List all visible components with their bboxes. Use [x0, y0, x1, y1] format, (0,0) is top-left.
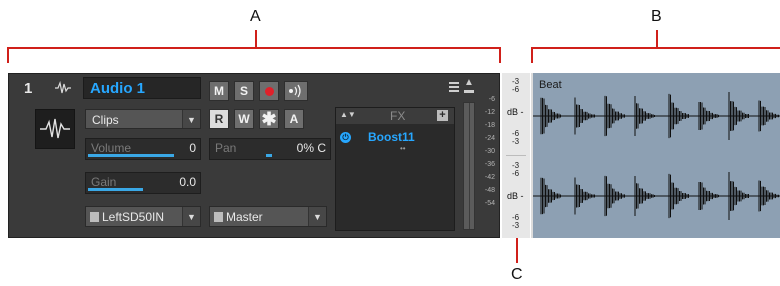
asterisk-icon[interactable]: ✱	[259, 109, 279, 129]
volume-label: Volume	[91, 141, 132, 155]
plus-icon[interactable]: +	[437, 110, 448, 121]
record-icon	[264, 87, 274, 97]
chevron-down-icon: ▼	[182, 207, 200, 226]
gain-fill	[88, 188, 143, 191]
level-meter	[463, 102, 475, 230]
track-header: 1 Audio 1 Clips ▼ Volume 0 Gain 0.0 Left…	[8, 73, 500, 238]
write-automation-button[interactable]: W	[234, 109, 254, 129]
db-scale-strip: -3 -6 dB - -6 -3 -3 -6 dB - -6 -3	[502, 73, 530, 238]
meter-tick: -6	[488, 96, 495, 103]
callout-a: A	[250, 8, 261, 25]
input-dropdown[interactable]: LeftSD50IN ▼	[85, 206, 201, 227]
fx-bin[interactable]: ▲▼ FX + ⏻ Boost11 ••	[335, 107, 455, 231]
pan-label: Pan	[215, 141, 237, 155]
bracket-b-left	[531, 47, 533, 63]
output-dropdown-label: Master	[226, 210, 263, 224]
input-port-icon	[90, 212, 99, 222]
mute-button[interactable]: M	[209, 81, 229, 101]
bracket-b-stem	[656, 30, 658, 48]
callout-c: C	[511, 266, 523, 283]
volume-fill	[88, 154, 174, 157]
bracket-a-line	[7, 47, 501, 49]
db-tick: -3	[512, 137, 520, 146]
track-name-field[interactable]: Audio 1	[83, 77, 201, 99]
arm-automation-button[interactable]: A	[284, 109, 304, 129]
track-name: Audio 1	[90, 80, 145, 97]
waveform-icon	[55, 80, 71, 95]
pan-value: 0% C	[296, 141, 326, 155]
meter-scale: -6 -12 -18 -24 -30 -36 -42 -48 -54	[477, 96, 495, 216]
volume-slider[interactable]: Volume 0	[85, 138, 201, 160]
fx-arrows-icon[interactable]: ▲▼	[340, 110, 356, 119]
meter-tick: -12	[484, 109, 495, 116]
clip-waveform	[533, 91, 780, 221]
track-number: 1	[24, 80, 33, 97]
input-echo-icon	[289, 84, 301, 98]
db-tick: -6	[512, 169, 520, 178]
output-port-icon	[214, 212, 223, 222]
clips-dropdown-label: Clips	[92, 113, 119, 127]
fx-header: ▲▼ FX +	[336, 108, 454, 124]
meter-tick: -42	[484, 174, 495, 181]
track-icon[interactable]	[35, 109, 75, 149]
record-arm-button[interactable]	[259, 81, 279, 101]
db-label: dB -	[507, 107, 524, 117]
power-icon[interactable]: ⏻	[340, 132, 351, 143]
bracket-a-stem	[255, 30, 257, 48]
solo-button[interactable]: S	[234, 81, 254, 101]
menu-icon[interactable]	[449, 82, 459, 92]
input-dropdown-label: LeftSD50IN	[102, 210, 165, 224]
audio-clip[interactable]: Beat	[531, 73, 780, 238]
chevron-down-icon: ▼	[182, 110, 200, 128]
bracket-a-right	[499, 47, 501, 63]
gain-slider[interactable]: Gain 0.0	[85, 172, 201, 194]
meter-tick: -18	[484, 122, 495, 129]
output-dropdown[interactable]: Master ▼	[209, 206, 327, 227]
pan-slider[interactable]: Pan 0% C	[209, 138, 331, 160]
fx-label: FX	[390, 109, 406, 123]
fx-plugin-name[interactable]: Boost11	[368, 130, 415, 144]
chevron-up-icon[interactable]: ▲ ▬	[464, 78, 474, 96]
callout-b: B	[651, 8, 662, 25]
db-label: dB -	[507, 191, 524, 201]
meter-tick: -54	[484, 200, 495, 207]
meter-tick: -48	[484, 187, 495, 194]
db-tick: -6	[512, 85, 520, 94]
meter-tick: -30	[484, 148, 495, 155]
bracket-a-left	[7, 47, 9, 63]
meter-tick: -36	[484, 161, 495, 168]
pan-indicator	[266, 154, 272, 157]
clips-dropdown[interactable]: Clips ▼	[85, 109, 201, 129]
chevron-down-icon: ▼	[308, 207, 326, 226]
fx-plugin-sub: ••	[400, 144, 406, 153]
input-echo-button[interactable]	[284, 81, 308, 101]
gain-value: 0.0	[179, 175, 196, 189]
bracket-b-line	[531, 47, 780, 49]
db-tick: -3	[512, 221, 520, 230]
volume-value: 0	[189, 141, 196, 155]
waveform-icon	[40, 118, 70, 139]
read-automation-button[interactable]: R	[209, 109, 229, 129]
gain-label: Gain	[91, 175, 117, 189]
meter-tick: -24	[484, 135, 495, 142]
db-separator	[506, 155, 526, 156]
